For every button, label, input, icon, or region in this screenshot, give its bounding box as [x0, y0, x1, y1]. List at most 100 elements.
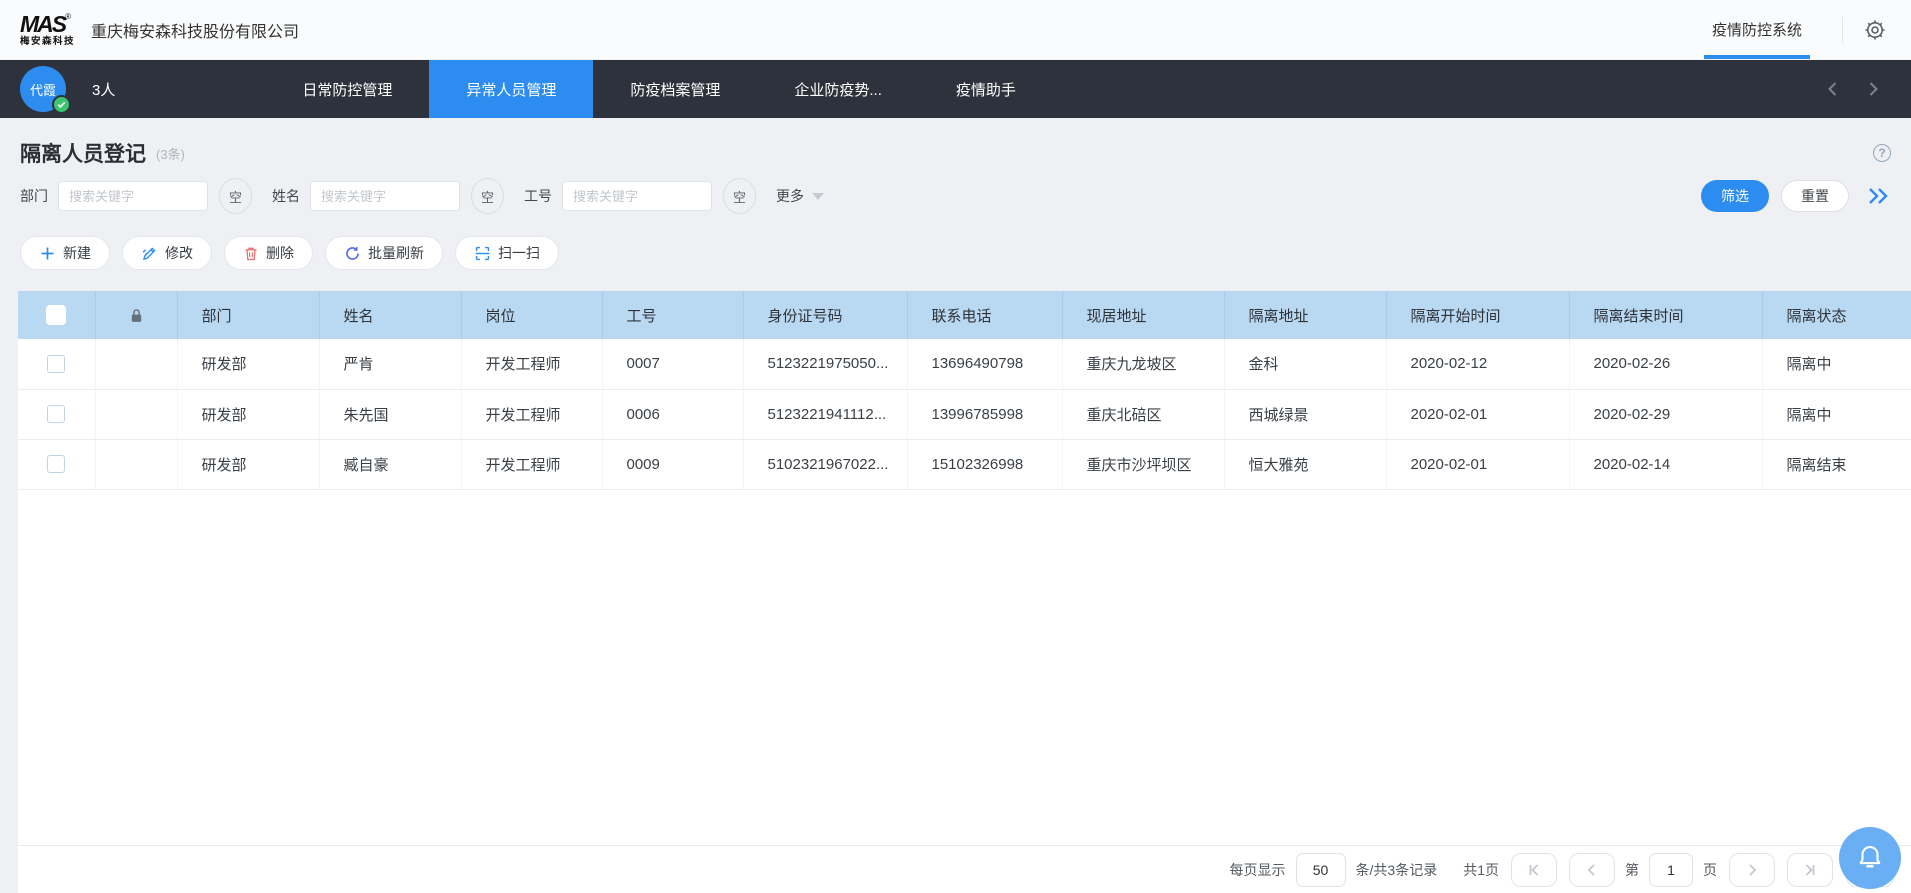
table-row[interactable]: 研发部朱先国开发工程师00065123221941112...139967859… [18, 389, 1911, 439]
reset-button[interactable]: 重置 [1781, 180, 1849, 212]
table-panel: 部门姓名岗位工号身份证号码联系电话现居地址隔离地址隔离开始时间隔离结束时间隔离状… [18, 291, 1911, 893]
filter-input-2[interactable] [562, 181, 712, 211]
chevron-right-icon[interactable] [1863, 79, 1883, 99]
trash-icon [243, 245, 259, 262]
cell-r1-c0: 研发部 [177, 389, 319, 439]
plus-icon [39, 245, 56, 262]
bell-icon [1855, 843, 1885, 873]
toolbar-button-2[interactable]: 删除 [224, 236, 313, 270]
cell-r0-c4: 5123221975050... [743, 339, 907, 389]
toolbar-button-3[interactable]: 批量刷新 [325, 236, 443, 270]
cell-r1-c5: 13996785998 [907, 389, 1062, 439]
column-header-10: 隔离状态 [1762, 291, 1911, 339]
cell-r1-c2: 开发工程师 [461, 389, 602, 439]
table-row[interactable]: 研发部严肯开发工程师00075123221975050...1369649079… [18, 339, 1911, 389]
select-all-checkbox[interactable] [46, 305, 66, 325]
column-header-2: 岗位 [461, 291, 602, 339]
cell-r0-c7: 金科 [1224, 339, 1386, 389]
cell-r0-c6: 重庆九龙坡区 [1062, 339, 1224, 389]
cell-r1-c6: 重庆北碚区 [1062, 389, 1224, 439]
column-header-4: 身份证号码 [743, 291, 907, 339]
column-header-8: 隔离开始时间 [1386, 291, 1569, 339]
company-logo: MAS® 梅安森科技 [20, 13, 75, 47]
filter-bar: 部门空姓名空工号空 更多 筛选 重置 [0, 178, 1911, 214]
column-header-5: 联系电话 [907, 291, 1062, 339]
next-page-button[interactable] [1729, 853, 1775, 887]
filter-group-2: 工号空 [524, 178, 756, 214]
table-row[interactable]: 研发部臧自豪开发工程师00095102321967022...151023269… [18, 439, 1911, 489]
nav-tab-3[interactable]: 企业防疫势... [757, 60, 919, 118]
people-count: 3人 [92, 79, 115, 100]
empty-toggle-button[interactable]: 空 [471, 178, 504, 214]
cell-r0-c8: 2020-02-12 [1386, 339, 1569, 389]
filter-group-1: 姓名 空 [272, 178, 504, 214]
last-page-button[interactable] [1787, 853, 1833, 887]
toolbar-button-label: 批量刷新 [368, 243, 424, 263]
per-page-input[interactable] [1296, 853, 1346, 887]
empty-toggle-button[interactable]: 空 [723, 178, 756, 214]
expand-double-chevron-icon[interactable] [1865, 184, 1891, 208]
filter-button[interactable]: 筛选 [1701, 180, 1769, 212]
cell-r0-c0: 研发部 [177, 339, 319, 389]
first-page-button[interactable] [1511, 853, 1557, 887]
filter-label: 姓名 [272, 186, 300, 206]
toolbar-button-label: 扫一扫 [498, 243, 540, 263]
cell-r0-c10: 隔离中 [1762, 339, 1911, 389]
more-label: 更多 [776, 186, 804, 206]
cell-r0-c2: 开发工程师 [461, 339, 602, 389]
toolbar-button-4[interactable]: 扫一扫 [455, 236, 559, 270]
page-suffix: 页 [1703, 860, 1717, 880]
toolbar-button-1[interactable]: 修改 [122, 236, 212, 270]
scan-icon [474, 245, 491, 262]
nav-tabs: 日常防控管理异常人员管理防疫档案管理企业防疫势...疫情助手 [265, 60, 1053, 118]
row-checkbox[interactable] [47, 455, 65, 473]
filter-input-0[interactable] [58, 181, 208, 211]
chevron-left-icon[interactable] [1823, 79, 1843, 99]
cell-r2-c9: 2020-02-14 [1569, 439, 1762, 489]
gear-icon[interactable] [1863, 18, 1887, 42]
filter-input-1[interactable] [310, 181, 460, 211]
user-avatar[interactable]: 代霞 [20, 66, 66, 112]
toolbar-button-0[interactable]: 新建 [20, 236, 110, 270]
cell-r2-c1: 臧自豪 [319, 439, 461, 489]
page-number-input[interactable] [1649, 853, 1693, 887]
row-lock-cell [95, 389, 177, 439]
lock-icon [128, 307, 145, 324]
column-header-0: 部门 [177, 291, 319, 339]
quarantine-table: 部门姓名岗位工号身份证号码联系电话现居地址隔离地址隔离开始时间隔离结束时间隔离状… [18, 291, 1911, 490]
cell-r1-c4: 5123221941112... [743, 389, 907, 439]
cell-r2-c6: 重庆市沙坪坝区 [1062, 439, 1224, 489]
row-checkbox[interactable] [47, 355, 65, 373]
cell-r2-c10: 隔离结束 [1762, 439, 1911, 489]
page-title: 隔离人员登记 [20, 138, 146, 168]
more-filters-toggle[interactable]: 更多 [776, 186, 824, 206]
cell-r2-c2: 开发工程师 [461, 439, 602, 489]
column-header-6: 现居地址 [1062, 291, 1224, 339]
chevron-down-icon [812, 193, 824, 200]
cell-r2-c7: 恒大雅苑 [1224, 439, 1386, 489]
nav-tab-1[interactable]: 异常人员管理 [429, 60, 593, 118]
cell-r2-c4: 5102321967022... [743, 439, 907, 489]
logo-text: MAS [20, 11, 65, 37]
help-icon[interactable]: ? [1873, 144, 1891, 162]
row-lock-cell [95, 339, 177, 389]
empty-toggle-button[interactable]: 空 [219, 178, 252, 214]
nav-tab-2[interactable]: 防疫档案管理 [593, 60, 757, 118]
notification-bell-button[interactable] [1839, 827, 1901, 889]
toolbar-button-label: 删除 [266, 243, 294, 263]
page-prefix: 第 [1625, 860, 1639, 880]
cell-r2-c5: 15102326998 [907, 439, 1062, 489]
pagination-bar: 每页显示 条/共3条记录 共1页 第 页 GO [18, 845, 1911, 893]
filter-label: 部门 [20, 186, 48, 206]
prev-page-button[interactable] [1569, 853, 1615, 887]
status-check-badge [52, 95, 71, 114]
cell-r1-c10: 隔离中 [1762, 389, 1911, 439]
cell-r1-c3: 0006 [602, 389, 743, 439]
row-checkbox[interactable] [47, 405, 65, 423]
main-nav: 代霞 3人 日常防控管理异常人员管理防疫档案管理企业防疫势...疫情助手 [0, 60, 1911, 118]
edit-icon [141, 245, 158, 262]
nav-tab-0[interactable]: 日常防控管理 [265, 60, 429, 118]
nav-tab-4[interactable]: 疫情助手 [919, 60, 1053, 118]
cell-r0-c3: 0007 [602, 339, 743, 389]
system-tab-epidemic[interactable]: 疫情防控系统 [1698, 0, 1816, 59]
